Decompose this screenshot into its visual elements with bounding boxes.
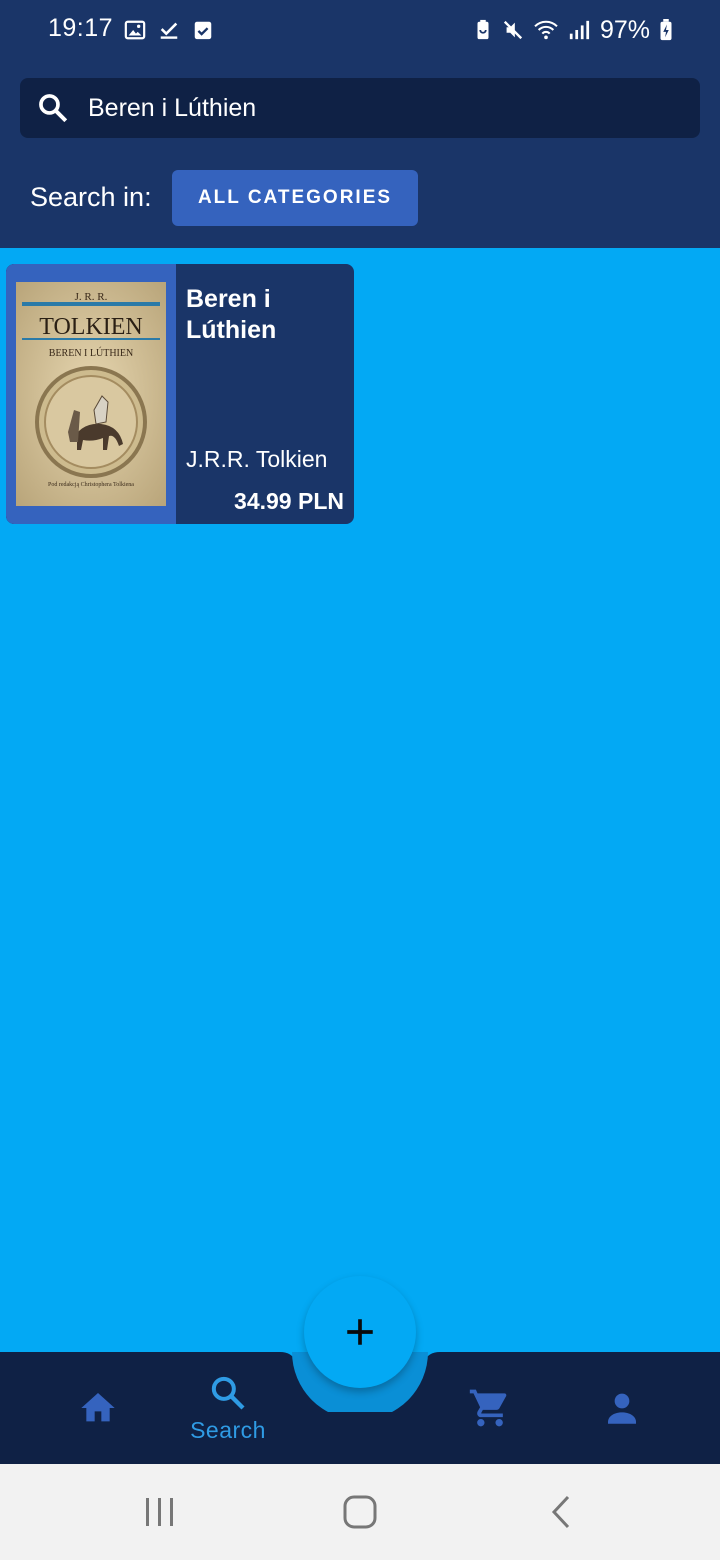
status-right: 97%: [472, 16, 674, 44]
person-icon: [608, 1393, 636, 1424]
nav-account[interactable]: [582, 1352, 662, 1464]
system-nav-bar: [0, 1464, 720, 1560]
book-title: Beren i Lúthien: [186, 285, 277, 344]
signal-icon: [569, 20, 590, 40]
cover-surname: TOLKIEN: [39, 314, 143, 340]
battery-charging-icon: [660, 19, 672, 41]
nav-home[interactable]: [58, 1352, 138, 1464]
search-icon: [211, 1376, 245, 1410]
image-icon: [124, 20, 146, 40]
recent-apps-icon[interactable]: [144, 1496, 176, 1528]
add-fab-button[interactable]: [304, 1276, 416, 1388]
home-icon: [81, 1393, 115, 1422]
book-card[interactable]: J. R. R. TOLKIEN BEREN I LÚTHIEN Pod red…: [6, 264, 354, 524]
category-filter-button[interactable]: ALL CATEGORIES: [172, 170, 418, 226]
status-left-icons: [124, 18, 214, 42]
cover-title-line: BEREN I LÚTHIEN: [49, 347, 133, 359]
battery-saver-icon: [477, 19, 489, 40]
search-icon: [39, 94, 68, 123]
search-input[interactable]: [88, 78, 688, 138]
plus-icon: [347, 1319, 373, 1345]
status-bar: 19:17 97%: [0, 0, 720, 60]
nav-cart[interactable]: [450, 1352, 530, 1464]
book-price: 34.99 PLN: [234, 488, 344, 514]
book-cover-frame: J. R. R. TOLKIEN BEREN I LÚTHIEN Pod red…: [6, 264, 176, 524]
cover-footer-line: Pod redakcją Christophera Tolkiena: [48, 482, 134, 488]
nav-search[interactable]: Search: [178, 1352, 278, 1464]
check-download-icon: [160, 22, 178, 39]
home-button-icon[interactable]: [342, 1494, 378, 1530]
wifi-icon: [534, 20, 558, 40]
header: 19:17 97% Search in: ALL CATEGORIES: [0, 0, 720, 248]
book-author: J.R.R. Tolkien: [186, 446, 328, 472]
status-time: 19:17: [48, 14, 114, 42]
nav-search-label: Search: [190, 1416, 266, 1443]
search-in-label: Search in:: [30, 182, 152, 212]
mute-icon: [503, 20, 523, 40]
calendar-check-icon: [194, 21, 212, 40]
cover-author-line: J. R. R.: [75, 291, 108, 303]
cart-icon: [469, 1389, 507, 1427]
search-box[interactable]: [20, 78, 700, 138]
back-icon[interactable]: [548, 1494, 574, 1530]
battery-percent: 97%: [599, 15, 650, 44]
book-cover-image: J. R. R. TOLKIEN BEREN I LÚTHIEN Pod red…: [16, 282, 166, 506]
